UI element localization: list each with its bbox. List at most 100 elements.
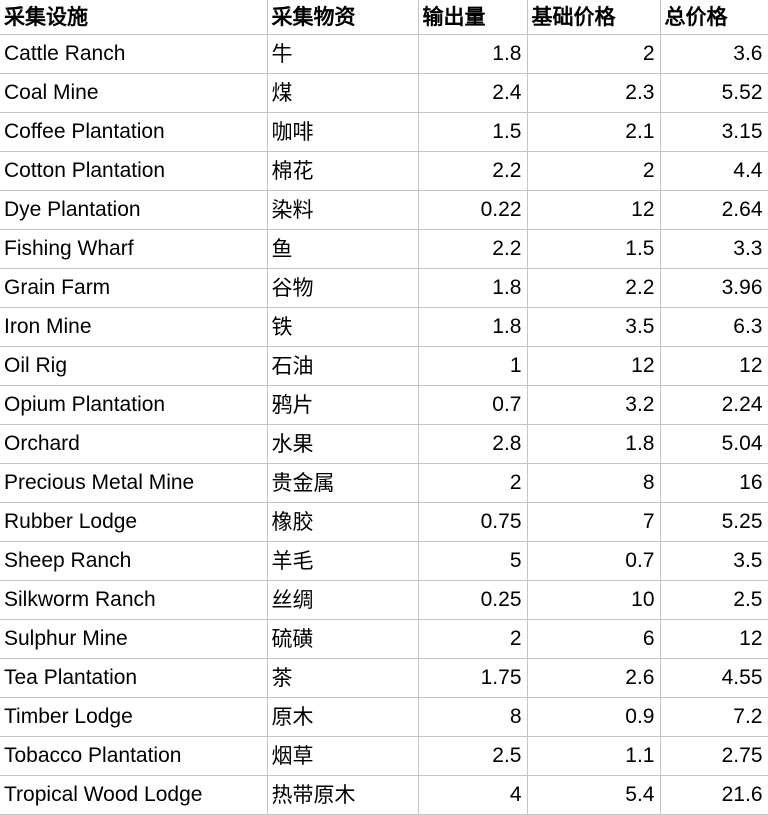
cell-base-price[interactable]: 12: [527, 346, 661, 386]
cell-goods[interactable]: 热带原木: [267, 775, 419, 815]
table-row[interactable]: Fishing Wharf 鱼 2.2 1.5 3.3: [0, 229, 768, 269]
cell-total-price[interactable]: 5.04: [660, 424, 768, 464]
cell-base-price[interactable]: 2.3: [527, 73, 661, 113]
table-row[interactable]: Silkworm Ranch 丝绸 0.25 10 2.5: [0, 580, 768, 620]
cell-goods[interactable]: 石油: [267, 346, 419, 386]
cell-facility[interactable]: Tobacco Plantation: [0, 736, 268, 776]
cell-output[interactable]: 1.75: [418, 658, 528, 698]
cell-output[interactable]: 2: [418, 463, 528, 503]
cell-output[interactable]: 1.8: [418, 34, 528, 74]
table-row[interactable]: Iron Mine 铁 1.8 3.5 6.3: [0, 307, 768, 347]
cell-output[interactable]: 0.22: [418, 190, 528, 230]
table-row[interactable]: Sheep Ranch 羊毛 5 0.7 3.5: [0, 541, 768, 581]
cell-base-price[interactable]: 12: [527, 190, 661, 230]
table-row[interactable]: Tobacco Plantation 烟草 2.5 1.1 2.75: [0, 736, 768, 776]
column-header-goods[interactable]: 采集物资: [267, 0, 419, 35]
cell-facility[interactable]: Oil Rig: [0, 346, 268, 386]
cell-output[interactable]: 2.2: [418, 229, 528, 269]
cell-output[interactable]: 2.4: [418, 73, 528, 113]
cell-goods[interactable]: 鱼: [267, 229, 419, 269]
cell-total-price[interactable]: 3.3: [660, 229, 768, 269]
cell-goods[interactable]: 茶: [267, 658, 419, 698]
column-header-output[interactable]: 输出量: [418, 0, 528, 35]
cell-total-price[interactable]: 16: [660, 463, 768, 503]
cell-total-price[interactable]: 2.5: [660, 580, 768, 620]
cell-total-price[interactable]: 3.96: [660, 268, 768, 308]
column-header-total-price[interactable]: 总价格: [660, 0, 768, 35]
table-row[interactable]: Opium Plantation 鸦片 0.7 3.2 2.24: [0, 385, 768, 425]
cell-facility[interactable]: Grain Farm: [0, 268, 268, 308]
cell-goods[interactable]: 烟草: [267, 736, 419, 776]
cell-total-price[interactable]: 3.15: [660, 112, 768, 152]
cell-facility[interactable]: Dye Plantation: [0, 190, 268, 230]
table-row[interactable]: Sulphur Mine 硫磺 2 6 12: [0, 619, 768, 659]
cell-goods[interactable]: 铁: [267, 307, 419, 347]
cell-facility[interactable]: Sheep Ranch: [0, 541, 268, 581]
column-header-base-price[interactable]: 基础价格: [527, 0, 661, 35]
cell-goods[interactable]: 原木: [267, 697, 419, 737]
cell-goods[interactable]: 水果: [267, 424, 419, 464]
cell-base-price[interactable]: 7: [527, 502, 661, 542]
table-row[interactable]: Grain Farm 谷物 1.8 2.2 3.96: [0, 268, 768, 308]
cell-base-price[interactable]: 1.5: [527, 229, 661, 269]
cell-facility[interactable]: Precious Metal Mine: [0, 463, 268, 503]
cell-base-price[interactable]: 6: [527, 619, 661, 659]
cell-goods[interactable]: 煤: [267, 73, 419, 113]
cell-facility[interactable]: Coal Mine: [0, 73, 268, 113]
cell-facility[interactable]: Cattle Ranch: [0, 34, 268, 74]
cell-output[interactable]: 0.7: [418, 385, 528, 425]
cell-base-price[interactable]: 0.7: [527, 541, 661, 581]
cell-total-price[interactable]: 5.52: [660, 73, 768, 113]
table-row[interactable]: Orchard 水果 2.8 1.8 5.04: [0, 424, 768, 464]
cell-goods[interactable]: 羊毛: [267, 541, 419, 581]
table-row[interactable]: Cotton Plantation 棉花 2.2 2 4.4: [0, 151, 768, 191]
cell-total-price[interactable]: 3.6: [660, 34, 768, 74]
cell-base-price[interactable]: 10: [527, 580, 661, 620]
cell-total-price[interactable]: 4.55: [660, 658, 768, 698]
cell-total-price[interactable]: 7.2: [660, 697, 768, 737]
cell-output[interactable]: 2.8: [418, 424, 528, 464]
cell-goods[interactable]: 咖啡: [267, 112, 419, 152]
cell-base-price[interactable]: 2.1: [527, 112, 661, 152]
cell-goods[interactable]: 棉花: [267, 151, 419, 191]
cell-goods[interactable]: 贵金属: [267, 463, 419, 503]
cell-base-price[interactable]: 3.5: [527, 307, 661, 347]
cell-output[interactable]: 5: [418, 541, 528, 581]
cell-base-price[interactable]: 1.1: [527, 736, 661, 776]
cell-facility[interactable]: Sulphur Mine: [0, 619, 268, 659]
table-row[interactable]: Timber Lodge 原木 8 0.9 7.2: [0, 697, 768, 737]
cell-facility[interactable]: Tropical Wood Lodge: [0, 775, 268, 815]
cell-total-price[interactable]: 2.24: [660, 385, 768, 425]
cell-output[interactable]: 1.8: [418, 268, 528, 308]
cell-facility[interactable]: Rubber Lodge: [0, 502, 268, 542]
table-row[interactable]: Oil Rig 石油 1 12 12: [0, 346, 768, 386]
cell-total-price[interactable]: 12: [660, 346, 768, 386]
table-row[interactable]: Cattle Ranch 牛 1.8 2 3.6: [0, 34, 768, 74]
column-header-facility[interactable]: 采集设施: [0, 0, 268, 35]
cell-goods[interactable]: 丝绸: [267, 580, 419, 620]
cell-facility[interactable]: Iron Mine: [0, 307, 268, 347]
cell-output[interactable]: 2.5: [418, 736, 528, 776]
cell-total-price[interactable]: 6.3: [660, 307, 768, 347]
cell-base-price[interactable]: 2: [527, 34, 661, 74]
cell-base-price[interactable]: 3.2: [527, 385, 661, 425]
table-row[interactable]: Rubber Lodge 橡胶 0.75 7 5.25: [0, 502, 768, 542]
cell-total-price[interactable]: 4.4: [660, 151, 768, 191]
table-row[interactable]: Tea Plantation 茶 1.75 2.6 4.55: [0, 658, 768, 698]
cell-base-price[interactable]: 2.6: [527, 658, 661, 698]
cell-total-price[interactable]: 21.6: [660, 775, 768, 815]
cell-total-price[interactable]: 5.25: [660, 502, 768, 542]
cell-base-price[interactable]: 5.4: [527, 775, 661, 815]
cell-facility[interactable]: Fishing Wharf: [0, 229, 268, 269]
cell-base-price[interactable]: 8: [527, 463, 661, 503]
cell-base-price[interactable]: 2.2: [527, 268, 661, 308]
cell-output[interactable]: 0.25: [418, 580, 528, 620]
cell-base-price[interactable]: 0.9: [527, 697, 661, 737]
table-row[interactable]: Tropical Wood Lodge 热带原木 4 5.4 21.6: [0, 775, 768, 815]
table-row[interactable]: Dye Plantation 染料 0.22 12 2.64: [0, 190, 768, 230]
cell-facility[interactable]: Cotton Plantation: [0, 151, 268, 191]
cell-output[interactable]: 1.8: [418, 307, 528, 347]
cell-facility[interactable]: Coffee Plantation: [0, 112, 268, 152]
table-row[interactable]: Precious Metal Mine 贵金属 2 8 16: [0, 463, 768, 503]
cell-goods[interactable]: 鸦片: [267, 385, 419, 425]
